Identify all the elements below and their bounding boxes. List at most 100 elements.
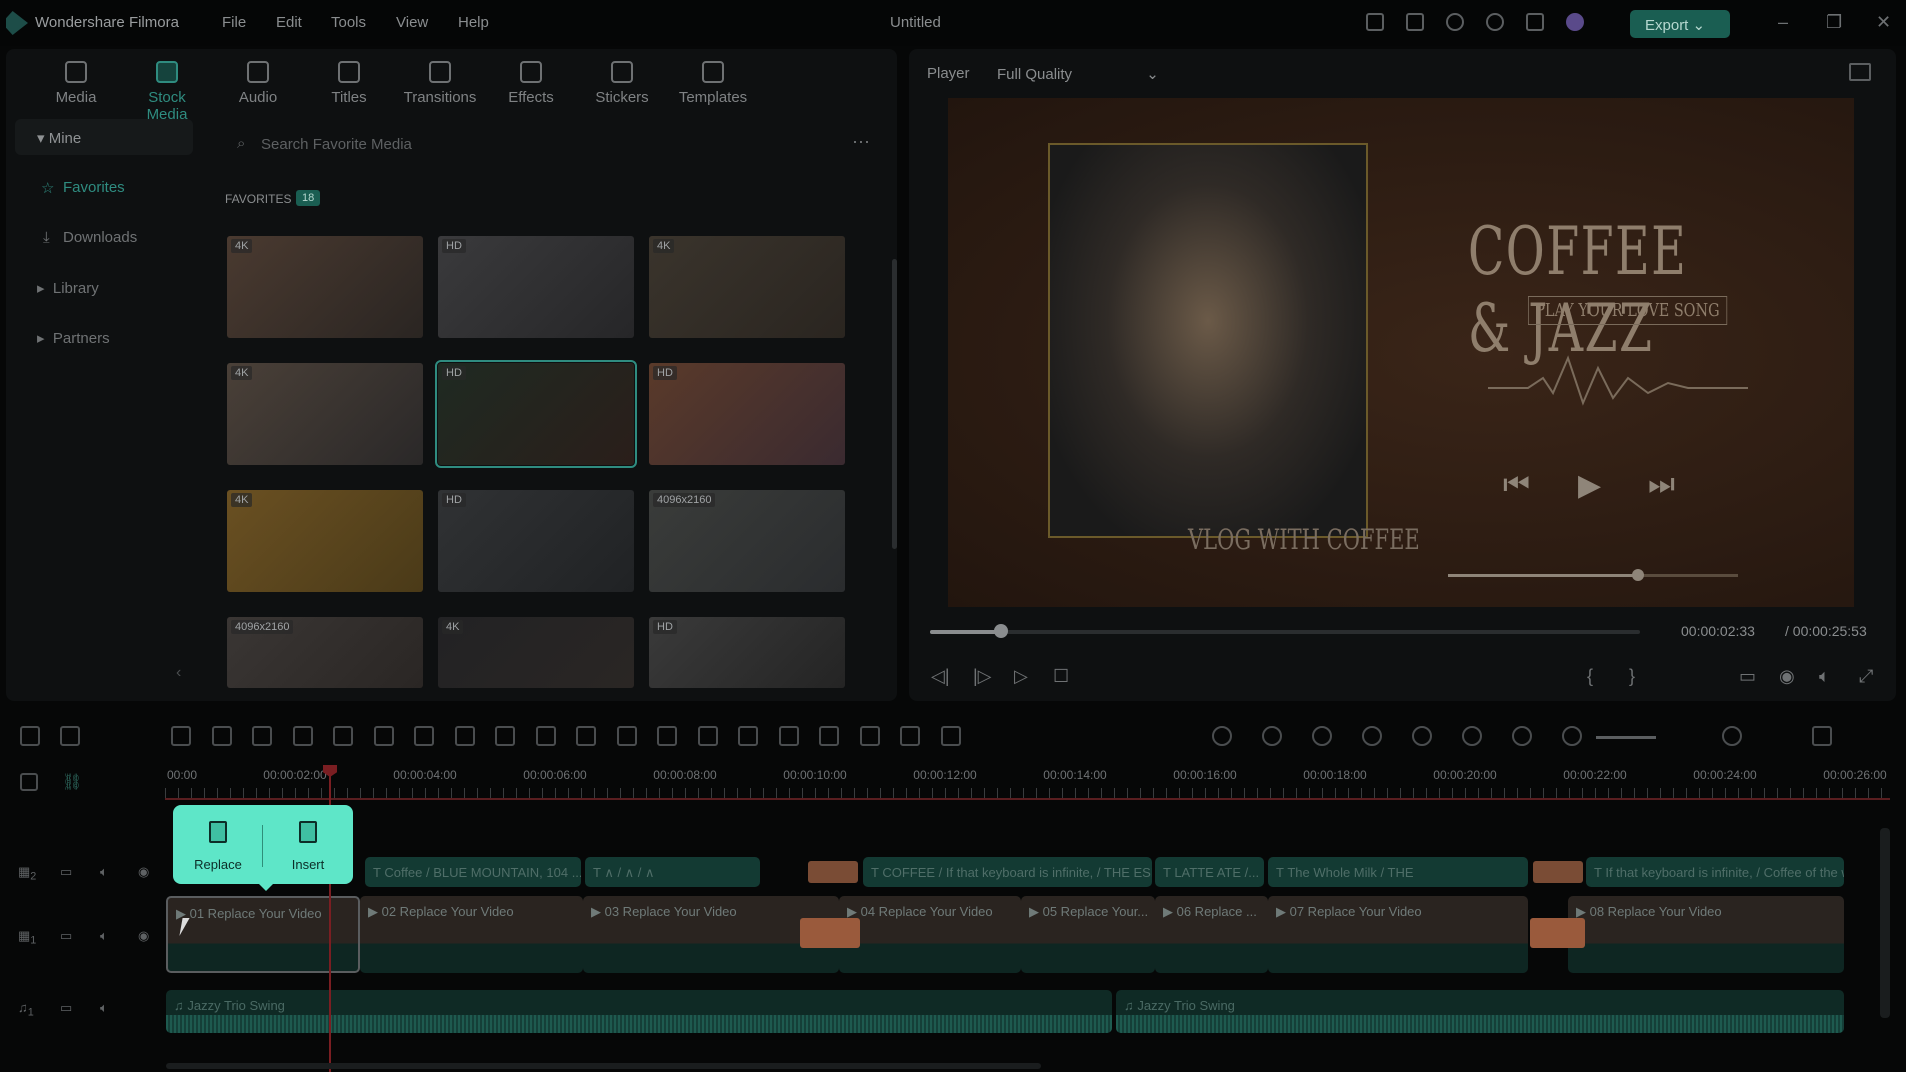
video-clip[interactable]: ▶ 02 Replace Your Video [360, 896, 583, 973]
media-thumbnail[interactable]: 4K [227, 363, 423, 465]
mark-out-icon[interactable]: } [1629, 666, 1635, 687]
title-clip[interactable]: T ∧ / ∧ / ∧ [585, 857, 760, 887]
link-icon[interactable]: ⛓ [62, 772, 82, 792]
audio-clip[interactable]: ♫ Jazzy Trio Swing [166, 990, 1112, 1033]
zoom-out-icon[interactable] [1562, 726, 1582, 746]
video-clip[interactable]: ▶ 06 Replace ... [1155, 896, 1268, 973]
search-input[interactable]: ⌕ Search Favorite Media [225, 129, 885, 159]
title-clip[interactable]: T Coffee / BLUE MOUNTAIN, 104 ... [365, 857, 581, 887]
headset-icon[interactable] [1486, 13, 1504, 31]
tab-titles[interactable]: Titles [309, 61, 389, 106]
timeline-ruler[interactable]: 00:00 00:00:02:00 00:00:04:00 00:00:06:00 00… [165, 762, 1906, 802]
replace-button[interactable]: Replace [173, 805, 263, 884]
display-icon[interactable]: ▭ [1739, 666, 1756, 687]
collapse-sidebar-icon[interactable]: ‹ [176, 664, 181, 682]
tag-icon[interactable] [657, 726, 677, 746]
media-thumbnail[interactable]: 4K [649, 236, 845, 338]
insert-button[interactable]: Insert [263, 805, 353, 884]
audio-stretch-icon[interactable] [778, 726, 799, 746]
timer-icon[interactable] [576, 726, 596, 746]
video-clip[interactable]: ▶ 08 Replace Your Video [1568, 896, 1844, 973]
adjust-icon[interactable] [697, 726, 718, 746]
layout-icon[interactable] [1366, 13, 1384, 31]
freeze-icon[interactable] [940, 726, 961, 746]
menu-view[interactable]: View [396, 14, 428, 31]
save-icon[interactable] [1406, 13, 1424, 31]
speed-icon[interactable] [373, 726, 394, 746]
crop-icon[interactable] [333, 726, 353, 746]
video-clip[interactable]: ▶ 05 Replace Your... [1021, 896, 1155, 973]
video-preview[interactable]: COFFEE & JAZZ PLAY YOUR LOVE SONG VLOG W… [948, 98, 1854, 607]
mark-in-icon[interactable]: { [1587, 666, 1593, 687]
mask-icon[interactable] [535, 726, 556, 746]
pip-icon[interactable] [1512, 726, 1532, 746]
sticker-clip[interactable] [1533, 861, 1583, 883]
redo-icon[interactable] [211, 726, 232, 746]
transition-clip[interactable] [800, 918, 860, 948]
minimize-icon[interactable]: – [1778, 12, 1788, 33]
delete-icon[interactable] [252, 726, 272, 746]
color-icon[interactable] [495, 726, 515, 746]
text-icon[interactable] [414, 726, 434, 746]
detach-icon[interactable] [819, 726, 839, 746]
volume-icon[interactable]: 🔈︎ [100, 1000, 108, 1016]
menu-help[interactable]: Help [458, 14, 489, 31]
folder-icon[interactable]: ▭ [60, 1000, 72, 1016]
menu-edit[interactable]: Edit [276, 14, 302, 31]
layout-icon[interactable] [20, 726, 40, 746]
media-thumbnail[interactable]: 4K [438, 617, 634, 688]
media-thumbnail[interactable]: 4K [227, 236, 423, 338]
folder-icon[interactable]: ▭ [60, 928, 72, 944]
tab-transitions[interactable]: Transitions [400, 61, 480, 106]
add-track-icon[interactable] [20, 773, 38, 791]
title-clip[interactable]: T The Whole Milk / THE [1268, 857, 1528, 887]
eye-icon[interactable]: ◉ [138, 864, 149, 880]
volume-icon[interactable]: 🔈︎ [1819, 666, 1830, 687]
audio-clip[interactable]: ♫ Jazzy Trio Swing [1116, 990, 1844, 1033]
tab-templates[interactable]: Templates [673, 61, 753, 106]
tab-stickers[interactable]: Stickers [582, 61, 662, 106]
previous-frame-icon[interactable]: ◁| [931, 666, 950, 687]
ai-portrait-icon[interactable] [1212, 726, 1232, 746]
title-clip[interactable]: T LATTE ATE /... [1155, 857, 1264, 887]
ungroup-icon[interactable] [900, 726, 920, 746]
undo-icon[interactable] [171, 726, 191, 746]
render-icon[interactable] [1262, 726, 1282, 746]
folder-icon[interactable]: ▭ [60, 864, 72, 880]
tab-stock-media[interactable]: Stock Media [127, 61, 207, 123]
cut-icon[interactable] [292, 726, 313, 746]
play-icon[interactable]: ▷ [1014, 666, 1028, 687]
sticker-clip[interactable] [808, 861, 858, 883]
stop-icon[interactable]: ☐ [1053, 666, 1069, 687]
media-thumbnail[interactable]: 4096x2160 [227, 617, 423, 688]
video-clip[interactable]: ▶ 04 Replace Your Video [839, 896, 1021, 973]
title-clip[interactable]: T COFFEE / If that keyboard is infinite,… [863, 857, 1152, 887]
menu-file[interactable]: File [222, 14, 246, 31]
media-thumbnail[interactable]: 4K [227, 490, 423, 592]
title-clip[interactable]: T If that keyboard is infinite, / Coffee… [1586, 857, 1844, 887]
media-thumbnail[interactable]: 4096x2160 [649, 490, 845, 592]
quality-dropdown[interactable]: Full Quality ⌄ [997, 65, 1159, 83]
sidebar-item-library[interactable]: ▸ Library [15, 269, 193, 305]
transition-clip[interactable] [1530, 918, 1585, 948]
cloud-upload-icon[interactable] [1446, 13, 1464, 31]
ai-effects-icon[interactable] [1462, 726, 1482, 746]
restore-icon[interactable]: ❐ [1826, 12, 1842, 33]
timeline-vertical-scrollbar[interactable] [1880, 828, 1890, 1018]
media-thumbnail[interactable]: HD [438, 236, 634, 338]
volume-icon[interactable]: 🔈︎ [100, 864, 108, 880]
select-icon[interactable] [60, 726, 80, 746]
play-backward-icon[interactable]: |▷ [973, 666, 992, 687]
fit-icon[interactable] [616, 726, 637, 746]
settings-grid-icon[interactable] [1812, 726, 1832, 746]
apps-grid-icon[interactable] [1526, 13, 1544, 31]
camera-icon[interactable]: ◉ [1779, 666, 1795, 687]
more-options-icon[interactable]: ⋯ [852, 132, 870, 153]
media-scrollbar[interactable] [892, 259, 897, 549]
media-thumbnail[interactable]: HD [649, 617, 845, 688]
zoom-in-icon[interactable] [1722, 726, 1742, 746]
media-thumbnail[interactable]: HD [438, 490, 634, 592]
video-clip[interactable]: ▶ 07 Replace Your Video [1268, 896, 1528, 973]
group-icon[interactable] [859, 726, 880, 746]
menu-tools[interactable]: Tools [331, 14, 366, 31]
